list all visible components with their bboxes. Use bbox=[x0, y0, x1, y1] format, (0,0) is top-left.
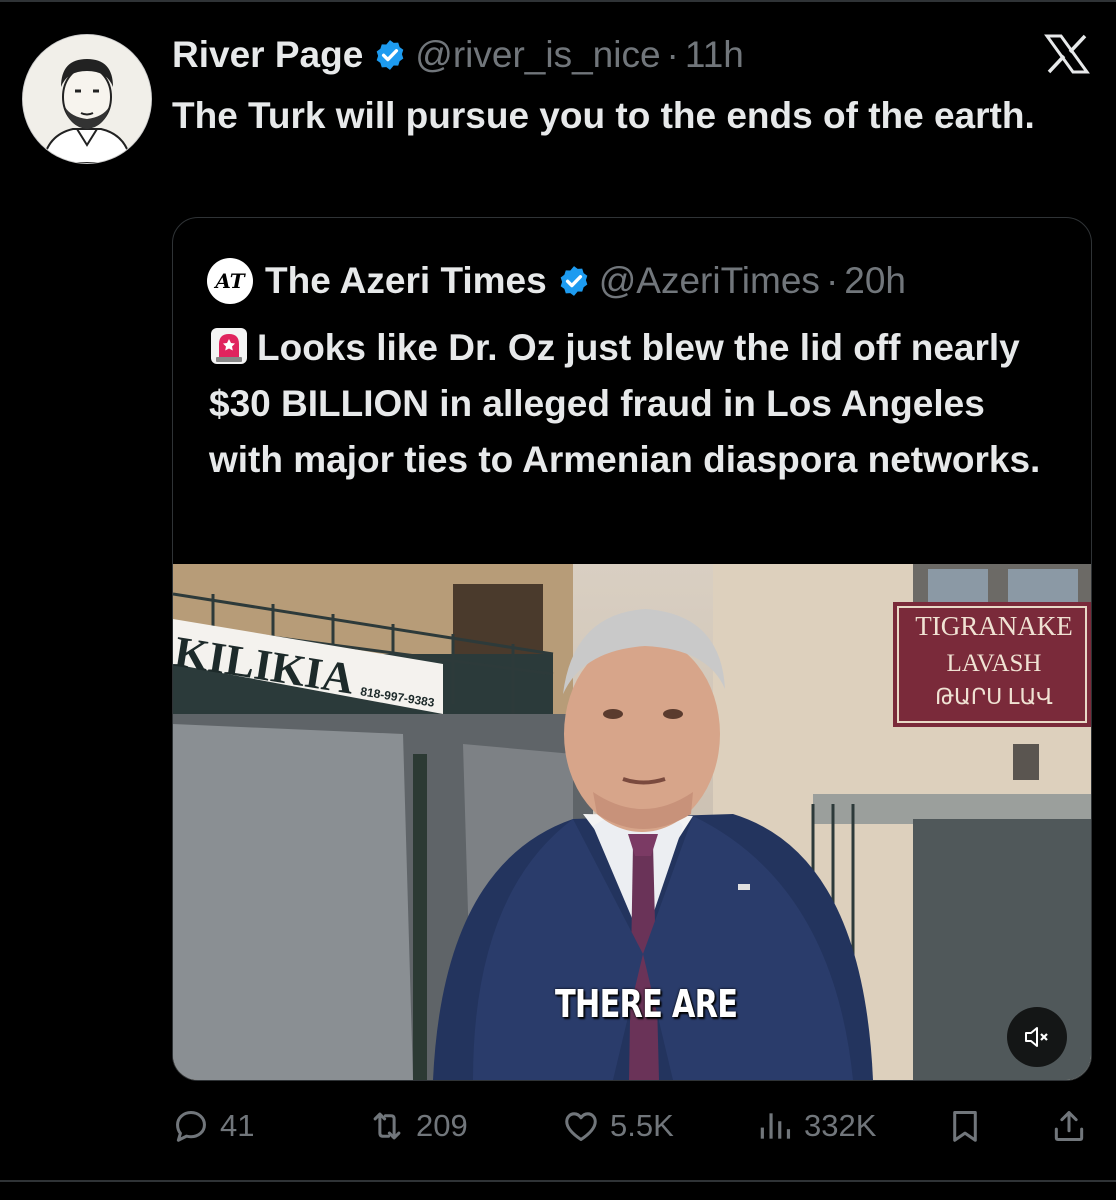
sign-line-2: LAVASH bbox=[946, 650, 1042, 677]
quoted-tweet-header: AT The Azeri Times @AzeriTimes · 20h bbox=[207, 258, 906, 304]
header-separator: · bbox=[666, 34, 679, 75]
reply-icon bbox=[176, 1111, 206, 1142]
verified-badge-icon bbox=[376, 40, 404, 70]
reply-count: 41 bbox=[220, 1108, 255, 1143]
verified-badge-icon bbox=[560, 266, 588, 296]
video-player[interactable]: KILIKIA 818-997-9383 TIGRANAKE LAVASH ԹԱ… bbox=[173, 564, 1091, 1080]
bottom-divider bbox=[0, 1180, 1116, 1182]
tweet-timestamp[interactable]: 11h bbox=[685, 34, 744, 76]
bookmark-button[interactable] bbox=[946, 1100, 994, 1152]
views-button[interactable]: 332K bbox=[756, 1100, 876, 1152]
avatar-illustration bbox=[23, 35, 151, 163]
logo-text: AT bbox=[215, 269, 245, 293]
author-avatar[interactable] bbox=[22, 34, 152, 164]
views-count: 332K bbox=[804, 1108, 877, 1143]
reply-button[interactable]: 41 bbox=[172, 1100, 254, 1152]
mute-icon bbox=[1025, 1027, 1048, 1047]
quoted-tweet-text-block: Looks like Dr. Oz just blew the lid off … bbox=[209, 320, 1059, 488]
sign-tigranakert: TIGRANAKE LAVASH ԹԱՐՍ ԼԱՎ bbox=[899, 610, 1089, 712]
top-divider bbox=[0, 0, 1116, 2]
repost-icon bbox=[373, 1112, 401, 1140]
bookmark-icon bbox=[953, 1111, 977, 1142]
quoted-author-handle[interactable]: @AzeriTimes bbox=[599, 260, 820, 302]
share-icon bbox=[1054, 1111, 1084, 1141]
like-button[interactable]: 5.5K bbox=[562, 1100, 674, 1152]
sign-line-1: TIGRANAKE bbox=[915, 611, 1073, 641]
mute-button[interactable] bbox=[1007, 1007, 1067, 1067]
sign-line-3: ԹԱՐՍ ԼԱՎ bbox=[935, 684, 1053, 709]
author-name[interactable]: River Page bbox=[172, 34, 363, 76]
quoted-tweet-card[interactable]: AT The Azeri Times @AzeriTimes · 20h Loo… bbox=[172, 217, 1092, 1081]
sign-kilikia-phone: 818-997-9383 bbox=[359, 684, 436, 710]
tweet-header: River Page @river_is_nice · 11h bbox=[172, 32, 744, 78]
quoted-author-name[interactable]: The Azeri Times bbox=[265, 260, 547, 302]
tweet-actions: 41 209 5.5K 332K bbox=[0, 1100, 1116, 1152]
like-icon bbox=[565, 1112, 597, 1141]
azeri-times-logo[interactable]: AT bbox=[207, 258, 253, 304]
quoted-header-separator: · bbox=[825, 260, 839, 301]
video-caption: THERE ARE bbox=[555, 982, 738, 1026]
like-count: 5.5K bbox=[610, 1108, 674, 1143]
author-handle[interactable]: @river_is_nice bbox=[415, 34, 660, 76]
rotating-light-icon bbox=[211, 328, 247, 364]
tweet-text: The Turk will pursue you to the ends of … bbox=[172, 95, 1035, 136]
repost-button[interactable]: 209 bbox=[368, 1100, 468, 1152]
quoted-tweet-timestamp[interactable]: 20h bbox=[844, 260, 906, 302]
x-logo-icon bbox=[1044, 34, 1090, 74]
quoted-tweet-text: Looks like Dr. Oz just blew the lid off … bbox=[209, 327, 1041, 480]
views-icon bbox=[760, 1113, 791, 1139]
share-button[interactable] bbox=[1050, 1100, 1098, 1152]
repost-count: 209 bbox=[416, 1108, 468, 1143]
